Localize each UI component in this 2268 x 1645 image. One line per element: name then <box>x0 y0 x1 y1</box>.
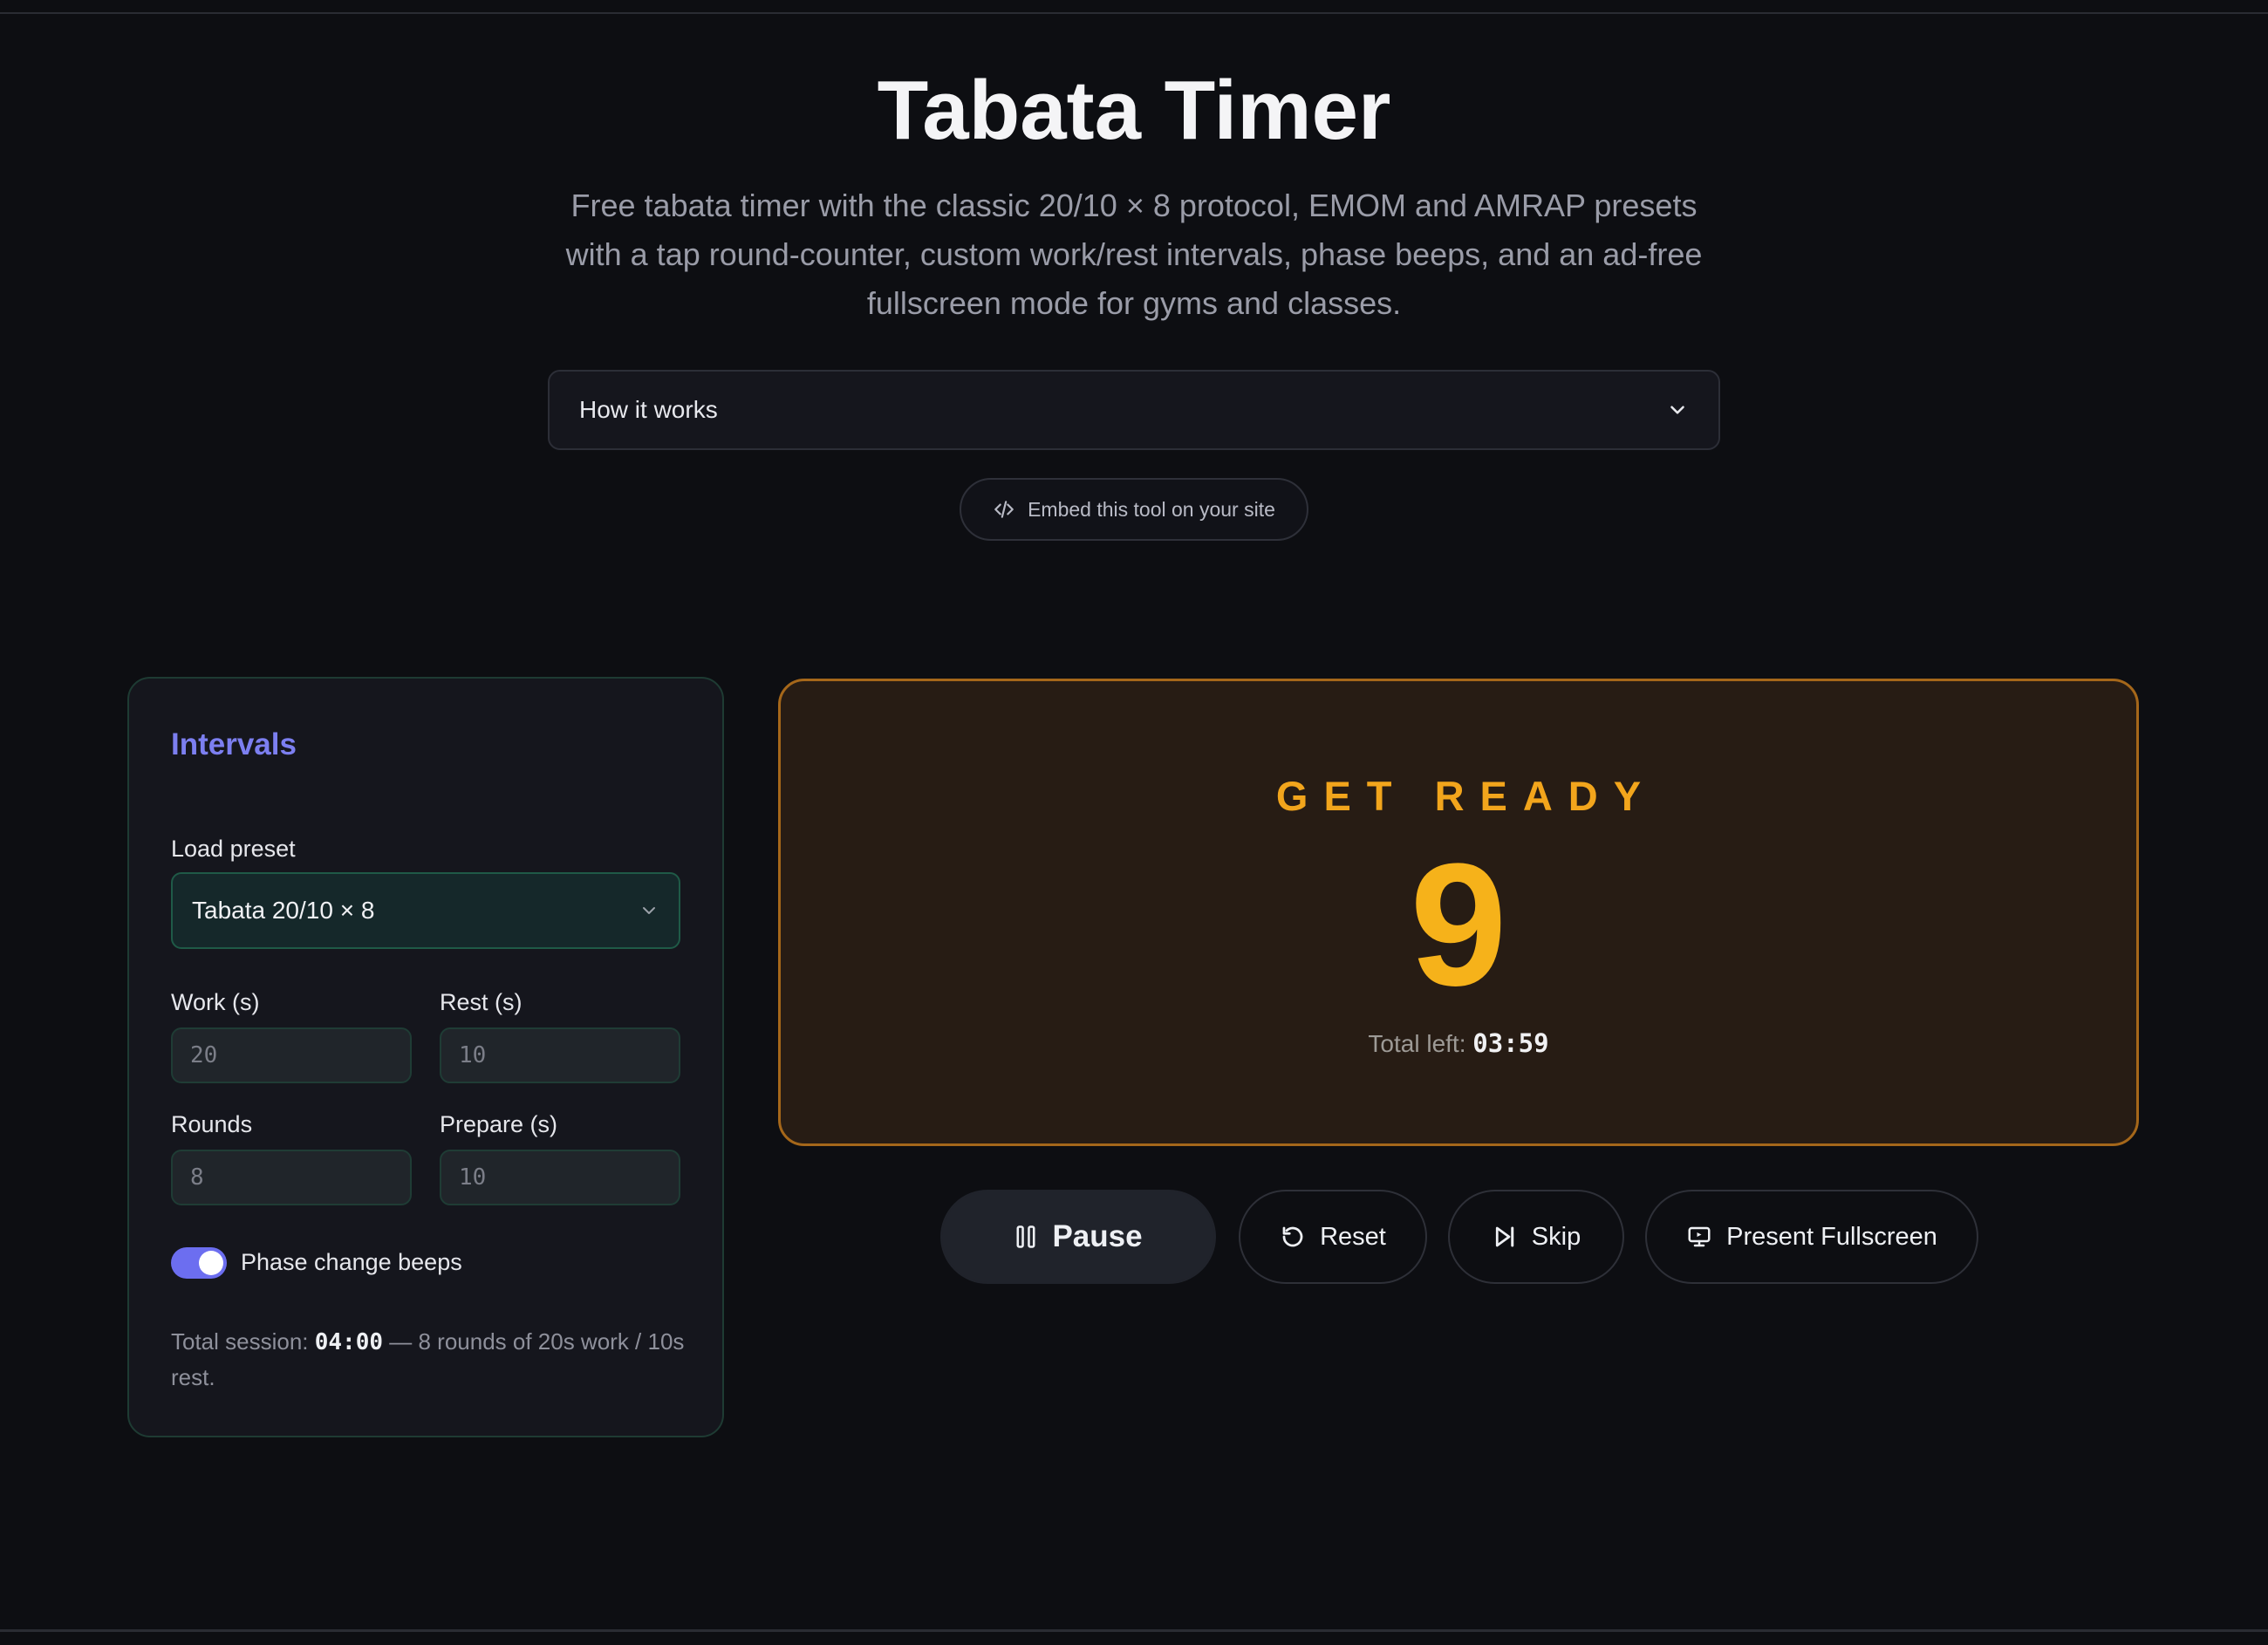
rounds-label: Rounds <box>171 1111 253 1137</box>
bottom-divider <box>0 1629 2268 1632</box>
pause-icon <box>1014 1224 1038 1250</box>
summary-time: 04:00 <box>314 1329 384 1355</box>
how-it-works-accordion[interactable]: How it works <box>548 370 1720 450</box>
prepare-label: Prepare (s) <box>440 1111 558 1137</box>
pause-button[interactable]: Pause <box>940 1190 1216 1284</box>
intervals-panel: Intervals Load preset Tabata 20/10 × 8 W… <box>127 677 724 1437</box>
session-summary: Total session: 04:00 — 8 rounds of 20s w… <box>171 1324 686 1395</box>
presentation-icon <box>1686 1224 1712 1250</box>
code-icon <box>993 498 1015 521</box>
countdown-number: 9 <box>1410 828 1507 1022</box>
embed-button[interactable]: Embed this tool on your site <box>960 478 1308 541</box>
phase-label: GET READY <box>1275 773 1657 819</box>
how-it-works-label: How it works <box>579 396 718 423</box>
skip-forward-icon <box>1492 1224 1518 1250</box>
pause-label: Pause <box>1052 1219 1143 1253</box>
rounds-input[interactable] <box>171 1150 412 1205</box>
total-left: Total left: 03:59 <box>781 1028 2136 1058</box>
skip-button[interactable]: Skip <box>1448 1190 1624 1284</box>
intervals-heading: Intervals <box>171 727 297 761</box>
page-title: Tabata Timer <box>877 64 1391 157</box>
rest-input[interactable] <box>440 1027 680 1083</box>
total-left-value: 03:59 <box>1472 1028 1549 1058</box>
beeps-toggle[interactable] <box>171 1247 227 1279</box>
preset-label: Load preset <box>171 836 296 862</box>
work-label: Work (s) <box>171 989 260 1015</box>
summary-prefix: Total session: <box>171 1328 315 1355</box>
work-input[interactable] <box>171 1027 412 1083</box>
toggle-knob <box>199 1251 223 1275</box>
beeps-label: Phase change beeps <box>241 1249 462 1275</box>
total-left-label: Total left: <box>1368 1030 1473 1057</box>
prepare-input[interactable] <box>440 1150 680 1205</box>
skip-label: Skip <box>1531 1222 1581 1251</box>
timer-display: GET READY 9 Total left: 03:59 <box>778 679 2139 1146</box>
page-subtitle: Free tabata timer with the classic 20/10… <box>565 188 1703 321</box>
preset-select[interactable]: Tabata 20/10 × 8 <box>171 872 680 949</box>
reset-button[interactable]: Reset <box>1239 1190 1427 1284</box>
reset-label: Reset <box>1320 1222 1386 1251</box>
preset-value: Tabata 20/10 × 8 <box>192 897 375 924</box>
rotate-ccw-icon <box>1280 1224 1306 1250</box>
embed-label: Embed this tool on your site <box>1028 497 1275 521</box>
top-divider <box>0 12 2268 14</box>
fullscreen-label: Present Fullscreen <box>1726 1222 1937 1251</box>
chevron-down-icon <box>639 900 659 921</box>
chevron-down-icon <box>1666 399 1689 421</box>
rest-label: Rest (s) <box>440 989 523 1015</box>
fullscreen-button[interactable]: Present Fullscreen <box>1645 1190 1978 1284</box>
